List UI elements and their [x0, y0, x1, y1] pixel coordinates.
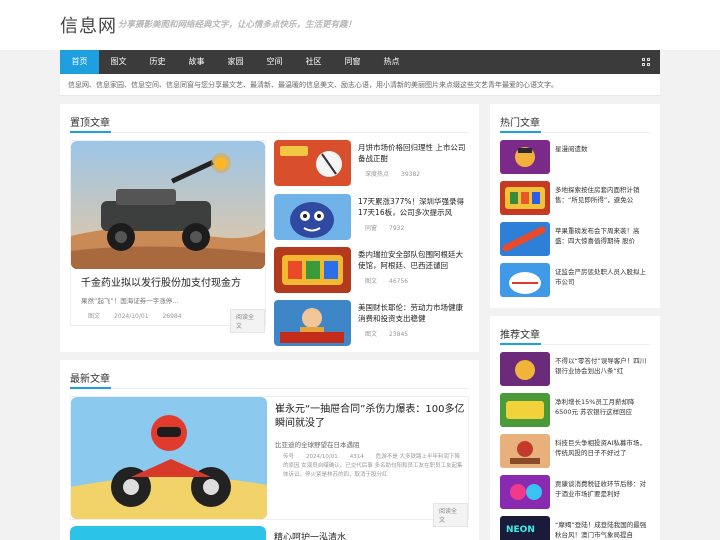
item-meta: 图文 46756	[365, 278, 409, 285]
next-article-title[interactable]: 精心呵护一泓清水	[274, 530, 346, 540]
feature-card[interactable]: 千金药业拟以发行股份加支付现金方 果然“起飞”！国海证券一字涨停... 图文 2…	[70, 140, 266, 333]
item-thumbnail	[500, 475, 550, 509]
latest-articles-panel: 最新文章 崔永元“一抽屉合同”杀伤力爆表：100多亿瞬间就没了 比亚迪的全球野望…	[60, 360, 479, 540]
nav-item-tuwen[interactable]: 图文	[99, 50, 138, 74]
readmore-button[interactable]: 阅读全文	[230, 309, 265, 333]
list-item[interactable]: 多地探索按住房套内面积计销售：“所见即所得”，避免公	[500, 181, 650, 217]
recommend-articles-panel: 推荐文章 不得以“零答付”误导客户！四川银行业协会划出八条“红 净利增长15%员…	[490, 316, 660, 540]
nav-item-gushi[interactable]: 故事	[177, 50, 216, 74]
item-title: 苹果重磅发布会下周来袭！高盛：四大惊喜值得期待 股价	[555, 227, 640, 245]
meta-views: 26984	[162, 313, 182, 320]
feature-excerpt: 果然“起飞”！国海证券一字涨停...	[81, 297, 179, 305]
nav-item-redian[interactable]: 热点	[372, 50, 411, 74]
nav-item-shequ[interactable]: 社区	[294, 50, 333, 74]
section-title: 热门文章	[500, 118, 540, 129]
latest-meta: 传号 2024/10/01 4314 危游不是 大多铁路上半年利润下降的原因 女演员自…	[283, 454, 463, 478]
section-title: 推荐文章	[500, 330, 540, 341]
list-item[interactable]: 17天累涨377%！深圳华强录得17天16板，公司多次提示风 同窗 7932	[274, 194, 470, 240]
list-item[interactable]: 星漫阅遗数	[500, 140, 650, 176]
readmore-button[interactable]: 阅读全文	[433, 503, 468, 527]
item-thumbnail	[500, 181, 550, 215]
nav-item-lishi[interactable]: 历史	[138, 50, 177, 74]
item-title: 不得以“零答付”误导客户！四川银行业协会划出八条“红	[555, 357, 647, 375]
list-item[interactable]: 证监会严厉惩处职人员入股拟上市公司	[500, 263, 650, 299]
svg-text:NEON: NEON	[506, 525, 535, 535]
hot-articles-panel: 热门文章 星漫阅遗数 多地探索按住房套内面积计销售：“所见即所得”，避免公 苹果…	[490, 104, 660, 308]
list-item[interactable]: 贾康谈消费税征收环节后移：对于酒业市场扩要是利好	[500, 475, 650, 511]
item-title: 证监会严厉惩处职人员入股拟上市公司	[555, 268, 646, 286]
feature-thumbnail[interactable]	[71, 141, 265, 269]
item-title: 委内瑞拉安全部队包围阿根廷大使馆，阿根廷、巴西还谴回	[358, 250, 463, 270]
list-item[interactable]: 委内瑞拉安全部队包围阿根廷大使馆，阿根廷、巴西还谴回 图文 46756	[274, 247, 470, 293]
grid-menu-icon[interactable]	[642, 58, 650, 66]
item-title: 月饼市场价格回归理性 上市公司备战正酣	[358, 143, 466, 163]
site-logo[interactable]: 信息网	[60, 12, 117, 38]
nav-item-tongchuang[interactable]: 同窗	[333, 50, 372, 74]
item-thumbnail	[500, 263, 550, 297]
list-item[interactable]: 不得以“零答付”误导客户！四川银行业协会划出八条“红	[500, 352, 650, 388]
nav-item-jiayuan[interactable]: 家园	[216, 50, 255, 74]
meta-category: 图文	[88, 313, 101, 320]
item-thumbnail[interactable]	[274, 300, 351, 346]
item-title: 美国财长耶伦：劳动力市场健康 消费和投资支出稳健	[358, 303, 463, 323]
latest-thumbnail[interactable]	[71, 397, 267, 519]
item-title: 星漫阅遗数	[555, 145, 588, 153]
item-meta: 同窗 7932	[365, 225, 405, 232]
site-notice: 信息网、信息家园、信息空间、信息同窗与您分享最文艺、最清新、最温暖的信息美文、励…	[60, 74, 660, 96]
item-thumbnail	[500, 352, 550, 386]
item-title: 科技巨头争相投资AI私募市场，传统风投的日子不好过了	[555, 439, 646, 457]
list-item[interactable]: NEON “摩羯”登陆！成登陆我国的最强秋台风！澳门市气象局提自	[500, 516, 650, 540]
section-title: 置顶文章	[70, 118, 110, 129]
item-thumbnail[interactable]	[274, 247, 351, 293]
list-item[interactable]: 净利增长15%员工月薪却降6500元 苏农银行这样回应	[500, 393, 650, 429]
item-title: 净利增长15%员工月薪却降6500元 苏农银行这样回应	[555, 398, 635, 416]
main-nav: 首页 图文 历史 故事 家园 空间 社区 同窗 热点	[60, 50, 660, 74]
item-thumbnail	[500, 140, 550, 174]
item-meta: 深度热点 39382	[365, 171, 421, 178]
latest-title[interactable]: 崔永元“一抽屉合同”杀伤力爆表：100多亿瞬间就没了	[275, 403, 465, 431]
top-articles-panel: 置顶文章 千金药业拟以发行股份加支付现金方 果然“起飞”！国海证券一字涨停...…	[60, 104, 479, 352]
section-title: 最新文章	[70, 374, 110, 385]
site-header: 信息网 分享摄影美图和网络经典文字，让心情多点快乐，生活更有趣！	[0, 0, 720, 50]
list-item[interactable]: 苹果重磅发布会下周来袭！高盛：四大惊喜值得期待 股价	[500, 222, 650, 258]
nav-item-home[interactable]: 首页	[60, 50, 99, 74]
site-slogan: 分享摄影美图和网络经典文字，让心情多点快乐，生活更有趣！	[118, 20, 357, 30]
latest-subtitle: 比亚迪的全球野望在日本遇阻	[275, 441, 360, 449]
item-title: 17天累涨377%！深圳华强录得17天16板，公司多次提示风	[358, 197, 464, 217]
item-title: 贾康谈消费税征收环节后移：对于酒业市场扩要是利好	[555, 480, 646, 498]
latest-feature-card[interactable]: 崔永元“一抽屉合同”杀伤力爆表：100多亿瞬间就没了 比亚迪的全球野望在日本遇阻…	[70, 396, 469, 527]
item-thumbnail	[500, 222, 550, 256]
list-item[interactable]: 美国财长耶伦：劳动力市场健康 消费和投资支出稳健 图文 23845	[274, 300, 470, 346]
item-thumbnail	[500, 434, 550, 468]
item-thumbnail[interactable]	[274, 140, 351, 186]
list-item[interactable]: 月饼市场价格回归理性 上市公司备战正酣 深度热点 39382	[274, 140, 470, 186]
item-thumbnail	[500, 393, 550, 427]
feature-title[interactable]: 千金药业拟以发行股份加支付现金方	[81, 274, 261, 289]
item-thumbnail[interactable]	[274, 194, 351, 240]
item-title: 多地探索按住房套内面积计销售：“所见即所得”，避免公	[555, 186, 640, 204]
item-meta: 图文 23845	[365, 331, 409, 338]
list-item[interactable]: 科技巨头争相投资AI私募市场，传统风投的日子不好过了	[500, 434, 650, 470]
item-title: “摩羯”登陆！成登陆我国的最强秋台风！澳门市气象局提自	[555, 521, 647, 539]
item-thumbnail: NEON	[500, 516, 550, 540]
next-thumbnail[interactable]	[70, 526, 266, 540]
nav-item-kongjian[interactable]: 空间	[255, 50, 294, 74]
feature-meta: 图文 2024/10/01 26984	[88, 311, 194, 320]
meta-date: 2024/10/01	[113, 313, 149, 320]
